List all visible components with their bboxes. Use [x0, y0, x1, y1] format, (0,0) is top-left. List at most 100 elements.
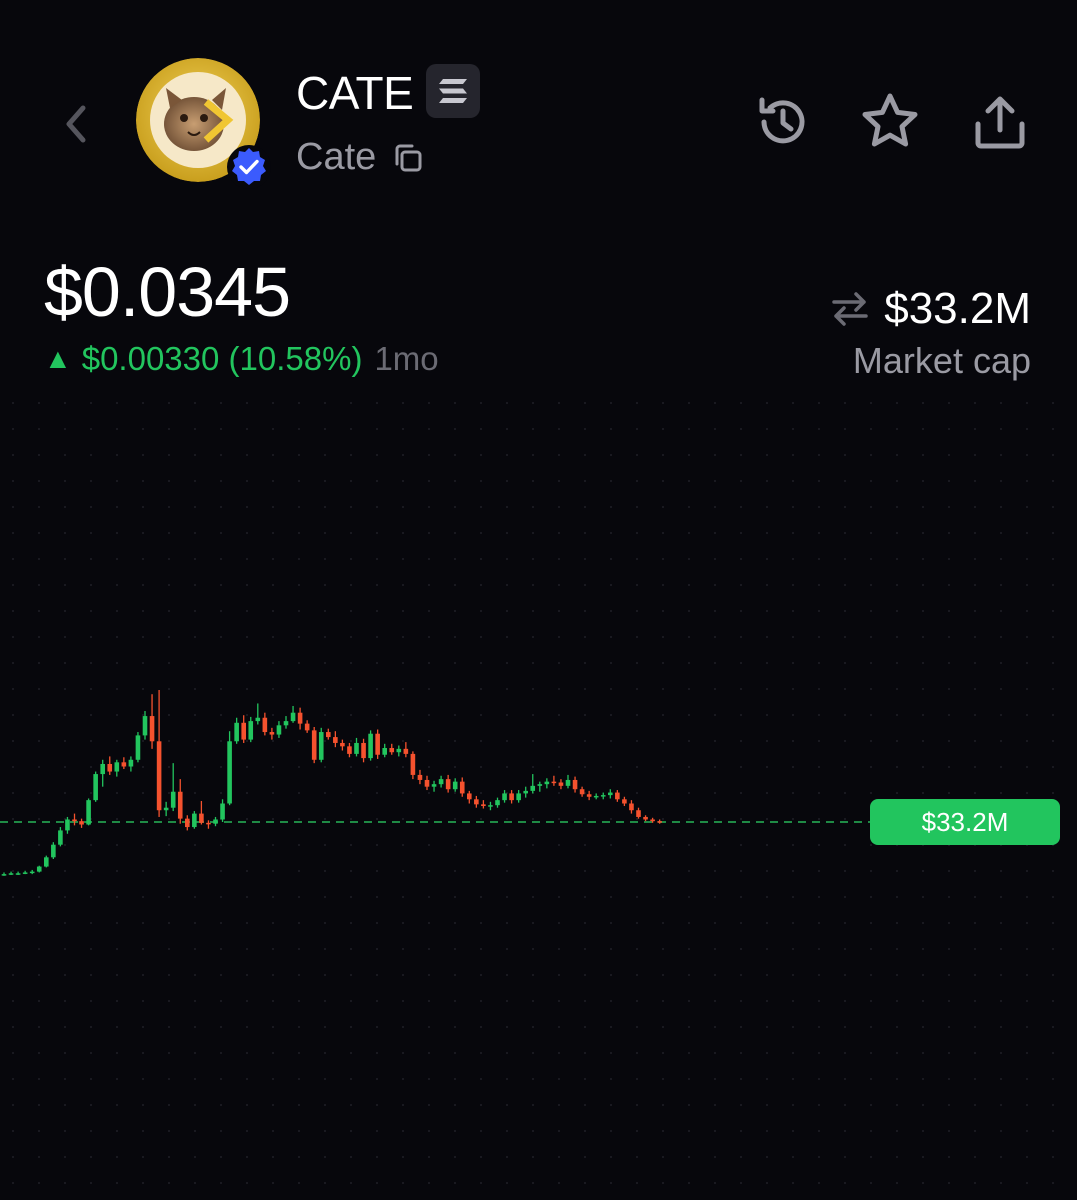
candle-down [269, 732, 275, 735]
candle-down [615, 792, 620, 800]
up-triangle-icon: ▲ [44, 343, 72, 374]
candle-down [262, 717, 268, 733]
candle-down [156, 741, 162, 811]
candle-down [311, 730, 317, 760]
candle-down [572, 779, 578, 790]
candle-down [177, 791, 183, 819]
candle-down [445, 779, 451, 790]
candle-down [149, 716, 155, 742]
candle-up [488, 805, 493, 807]
candlestick-chart[interactable] [0, 400, 1077, 1190]
candle-up [396, 748, 402, 753]
candle-up [600, 795, 606, 797]
chain-badge[interactable] [426, 64, 480, 118]
candle-up [318, 732, 324, 760]
candle-up [283, 721, 289, 726]
candle-up [51, 844, 56, 858]
candle-down [509, 793, 514, 801]
candle-up [29, 871, 35, 874]
candle-down [657, 821, 662, 823]
candle-up [93, 774, 98, 801]
candle-down [650, 819, 655, 822]
price-change-row: ▲ $0.00330 (10.58%) 1mo [44, 340, 439, 378]
swap-arrows-icon [832, 292, 868, 326]
candle-up [100, 763, 105, 775]
candle-up [135, 735, 141, 760]
candle-up [537, 784, 543, 786]
candle-down [551, 781, 557, 784]
candle-up [114, 762, 120, 772]
candle-up [523, 790, 528, 794]
candle-up [220, 803, 225, 820]
back-button[interactable] [52, 96, 100, 152]
candle-down [72, 819, 77, 822]
candle-up [516, 793, 521, 801]
candle-up [8, 873, 14, 875]
history-button[interactable] [750, 90, 814, 154]
candle-up [22, 872, 28, 874]
candle-down [304, 723, 310, 731]
candle-down [199, 813, 204, 823]
candle-down [636, 810, 641, 817]
candle-down [403, 748, 409, 754]
solana-icon [439, 79, 467, 103]
candle-up [530, 785, 536, 791]
candle-down [643, 816, 648, 820]
share-button[interactable] [968, 90, 1032, 154]
price-change: $0.00330 (10.58%) [81, 340, 363, 377]
candle-up [368, 733, 373, 759]
candle-up [1, 874, 7, 876]
candle-down [410, 753, 416, 775]
token-symbol: CATE [296, 67, 414, 119]
star-icon [862, 93, 918, 147]
candle-down [389, 748, 395, 753]
candle-up [431, 784, 437, 787]
candle-up [565, 779, 571, 786]
candle-down [629, 803, 634, 811]
candle-down [558, 782, 564, 786]
candle-up [544, 781, 550, 785]
candle-up [65, 819, 70, 831]
candle-down [297, 712, 303, 724]
history-icon [759, 97, 805, 144]
candle-up [142, 716, 148, 736]
change-period: 1mo [374, 340, 439, 377]
favorite-button[interactable] [858, 90, 922, 154]
candle-down [206, 822, 211, 825]
chart-grid [0, 400, 1077, 1190]
candle-down [586, 794, 592, 797]
candle-up [382, 748, 387, 755]
verified-badge-icon [227, 145, 271, 189]
token-name: Cate [296, 136, 377, 178]
candle-down [375, 733, 380, 755]
candle-up [354, 742, 359, 754]
candle-down [467, 793, 472, 800]
candle-up [276, 725, 282, 735]
candle-up [608, 792, 613, 796]
market-cap-label: Market cap [852, 340, 1031, 381]
candle-down [333, 737, 338, 743]
candle-down [622, 799, 627, 804]
candle-up [86, 800, 91, 825]
candle-up [234, 722, 239, 742]
candle-down [417, 774, 423, 780]
candle-down [459, 781, 465, 794]
candle-down [121, 762, 127, 767]
candle-up [58, 830, 63, 845]
candle-down [579, 789, 585, 795]
candle-down [326, 732, 331, 738]
candle-up [163, 807, 169, 811]
candle-up [170, 791, 176, 808]
candle-up [255, 717, 261, 722]
candle-down [347, 746, 352, 754]
market-cap-value: $33.2M [884, 284, 1031, 333]
candle-down [107, 763, 113, 772]
market-cap-row[interactable]: $33.2M [830, 284, 1031, 334]
price-value: $0.0345 [44, 253, 291, 331]
chevron-left-icon [66, 105, 86, 143]
candle-down [79, 821, 84, 825]
candle-up [227, 741, 232, 804]
copy-icon[interactable] [390, 140, 426, 176]
candle-up [593, 795, 599, 798]
candle-up [128, 759, 134, 767]
